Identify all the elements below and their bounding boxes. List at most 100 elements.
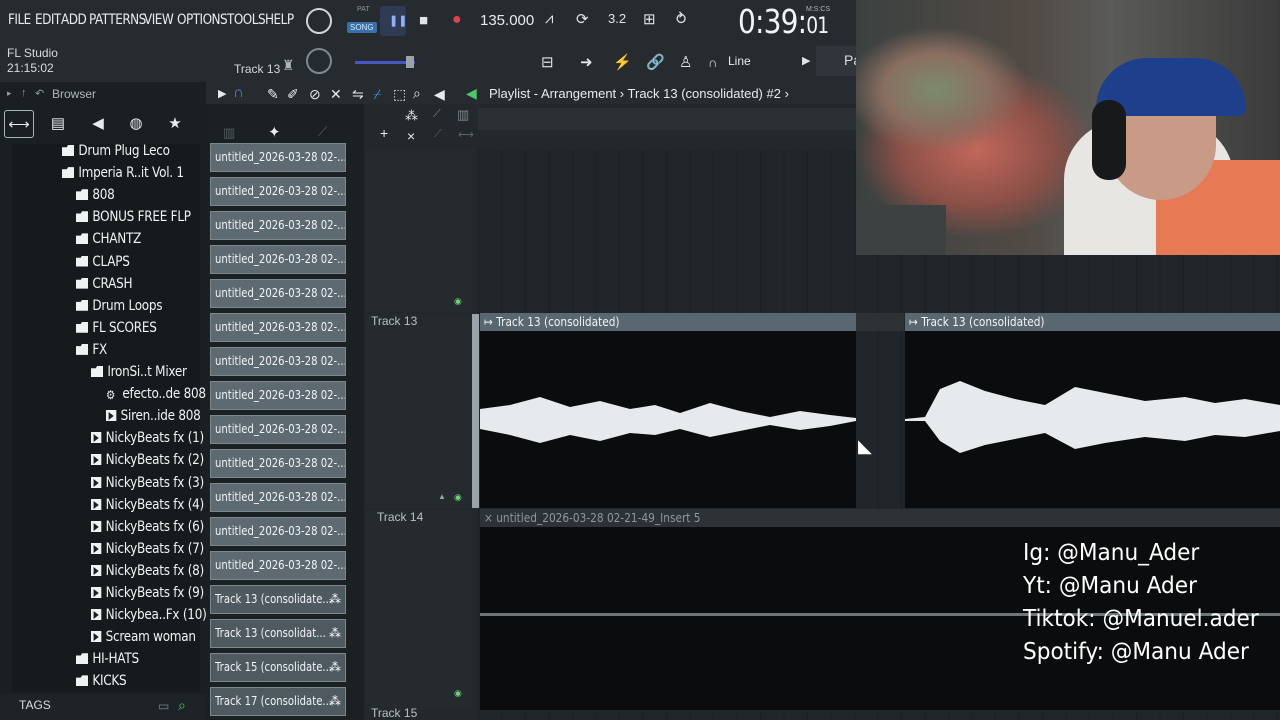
stamp-icon[interactable]: ♙ bbox=[679, 53, 692, 71]
add-track-icon[interactable]: + bbox=[380, 125, 388, 141]
picker-item[interactable]: untitled_2026-03-28 02-... bbox=[210, 211, 346, 240]
clip-track13-a-body[interactable] bbox=[480, 331, 856, 508]
curve-icon[interactable]: ⟋ bbox=[434, 128, 442, 141]
browser-item[interactable]: Nickybea..Fx (10) bbox=[91, 607, 207, 628]
zoom-icon[interactable]: ⌕ bbox=[413, 85, 421, 102]
browser-item[interactable]: HI-HATS bbox=[76, 651, 139, 672]
browser-item[interactable]: FX bbox=[76, 342, 107, 363]
picker-item[interactable]: untitled_2026-03-28 02-... bbox=[210, 177, 346, 206]
pat-label[interactable]: PAT bbox=[357, 6, 370, 13]
track-mute-icon[interactable]: ◉ bbox=[454, 296, 462, 307]
browser-item[interactable]: KICKS bbox=[76, 673, 127, 694]
track-14-mute-icon[interactable]: ◉ bbox=[454, 688, 462, 699]
waveform-icon[interactable]: ⁂ bbox=[405, 108, 418, 124]
back-icon[interactable]: ↶ bbox=[35, 87, 44, 100]
browser-item[interactable]: NickyBeats fx (9) bbox=[91, 585, 204, 606]
menu-patterns[interactable]: PATTERNS bbox=[89, 12, 146, 28]
play-icon[interactable]: ▶ bbox=[802, 54, 810, 67]
browser-item[interactable]: NickyBeats fx (6) bbox=[91, 519, 204, 540]
clip-track14-header[interactable]: × untitled_2026-03-28 02-21-49_Insert 5 bbox=[480, 509, 1280, 527]
clip-track13-b-body[interactable] bbox=[905, 331, 1280, 508]
tempo-display[interactable]: 135.000 bbox=[480, 12, 534, 29]
picker-item[interactable]: untitled_2026-03-28 02-... bbox=[210, 245, 346, 274]
browser-item[interactable]: CRASH bbox=[76, 276, 133, 297]
browser-tab-files[interactable]: ▤ bbox=[43, 110, 73, 138]
menu-view[interactable]: VIEW bbox=[144, 12, 174, 28]
playlist-menu-icon[interactable]: ▶ bbox=[218, 87, 226, 100]
search-icon[interactable]: ⌕ bbox=[178, 697, 186, 714]
automation-icon[interactable]: ⟋ bbox=[318, 124, 327, 140]
slip-icon[interactable]: ⇋ bbox=[352, 86, 364, 103]
track-header-empty[interactable] bbox=[366, 150, 472, 312]
magnet-icon[interactable]: ∩ bbox=[708, 55, 717, 70]
browser-item[interactable]: Drum Loops bbox=[76, 298, 163, 319]
song-mode-button[interactable]: SONG bbox=[347, 22, 377, 33]
link-small-icon[interactable]: ⟋ bbox=[433, 108, 441, 121]
menu-options[interactable]: OPTIONS bbox=[177, 12, 228, 28]
menu-tools[interactable]: TOOLS bbox=[227, 12, 266, 28]
record-icon[interactable]: ● bbox=[452, 11, 462, 29]
picker-item[interactable]: untitled_2026-03-28 02-... bbox=[210, 347, 346, 376]
browser-item[interactable]: Imperia R..it Vol. 1 bbox=[62, 165, 184, 186]
browser-item[interactable]: NickyBeats fx (7) bbox=[91, 541, 204, 562]
pencil-icon[interactable]: ✎ bbox=[267, 86, 279, 103]
browser-item[interactable]: NickyBeats fx (2) bbox=[91, 452, 204, 473]
browser-item[interactable]: 808 bbox=[76, 187, 115, 208]
stop-icon[interactable]: ■ bbox=[419, 12, 428, 29]
menu-help[interactable]: HELP bbox=[265, 12, 294, 28]
slice-icon[interactable]: ⌿ bbox=[373, 86, 381, 103]
pitch-knob[interactable] bbox=[306, 48, 332, 74]
clip-track13-a-header[interactable]: ↦ Track 13 (consolidated) bbox=[480, 313, 856, 331]
magnet-snap-icon[interactable]: ∩ bbox=[233, 84, 244, 101]
master-volume-knob[interactable] bbox=[306, 8, 332, 34]
arrow-right-icon[interactable]: ➜ bbox=[580, 53, 593, 71]
piano-roll-icon[interactable]: ⊟ bbox=[541, 53, 554, 71]
browser-tab-web[interactable]: ◍ bbox=[121, 110, 151, 138]
browser-item[interactable]: Drum Plug Leco bbox=[62, 143, 170, 164]
piano-icon[interactable]: ▥ bbox=[223, 125, 235, 141]
browser-tab-plugins[interactable]: ◀ bbox=[83, 110, 113, 138]
picker-item[interactable]: untitled_2026-03-28 02-... bbox=[210, 483, 346, 512]
countdown-icon[interactable]: 3.2 bbox=[608, 11, 626, 26]
picker-item[interactable]: Track 13 (consolidat... ⁂ bbox=[210, 619, 346, 648]
channel-icon[interactable]: ♜ bbox=[282, 57, 295, 74]
pause-button[interactable]: ❚❚ bbox=[380, 6, 407, 36]
picker-item[interactable]: Track 15 (consolidate... ⁂ bbox=[210, 653, 346, 682]
menu-file[interactable]: FILE bbox=[8, 12, 31, 28]
track-13-selector[interactable] bbox=[472, 314, 479, 508]
paint-icon[interactable]: ✐ bbox=[287, 86, 299, 103]
track-header-13[interactable] bbox=[366, 314, 472, 508]
picker-item[interactable]: untitled_2026-03-28 02-... bbox=[210, 313, 346, 342]
playlist-timeline[interactable] bbox=[478, 108, 856, 130]
picker-item[interactable]: Track 13 (consolidate... ⁂ bbox=[210, 585, 346, 614]
picker-item[interactable]: untitled_2026-03-28 02-... bbox=[210, 143, 346, 172]
track-header-14[interactable] bbox=[366, 510, 472, 710]
snap-selector[interactable]: Line bbox=[728, 54, 751, 68]
plugin-icon[interactable]: ⚡ bbox=[613, 53, 632, 71]
metronome-icon[interactable]: ⩘ bbox=[545, 10, 553, 27]
mute-icon[interactable]: ✕ bbox=[330, 86, 342, 103]
picker-item[interactable]: Track 17 (consolidate... ⁂ bbox=[210, 687, 346, 716]
picker-item[interactable]: untitled_2026-03-28 02-... bbox=[210, 449, 346, 478]
browser-item[interactable]: NickyBeats fx (4) bbox=[91, 497, 204, 518]
picker-item[interactable]: untitled_2026-03-28 02-... bbox=[210, 381, 346, 410]
picker-item[interactable]: untitled_2026-03-28 02-... bbox=[210, 551, 346, 580]
picker-item[interactable]: untitled_2026-03-28 02-... bbox=[210, 415, 346, 444]
slider-handle[interactable] bbox=[406, 56, 414, 68]
browser-item[interactable]: BONUS FREE FLP bbox=[76, 209, 191, 230]
browser-item[interactable]: Scream woman bbox=[91, 629, 196, 650]
menu-add[interactable]: ADD bbox=[61, 12, 87, 28]
browser-item[interactable]: NickyBeats fx (3) bbox=[91, 475, 204, 496]
remove-icon[interactable]: × bbox=[407, 128, 415, 144]
pattern-selector[interactable]: Pa bbox=[816, 46, 861, 76]
picker-item[interactable]: untitled_2026-03-28 02-... bbox=[210, 279, 346, 308]
browser-item[interactable]: ⚙ efecto..de 808 bbox=[106, 386, 206, 407]
browser-item[interactable]: Siren..ide 808 bbox=[106, 408, 201, 429]
resize-icon[interactable]: ⟷ bbox=[458, 128, 474, 141]
up-arrow-icon[interactable]: ↑ bbox=[21, 87, 27, 99]
delete-icon[interactable]: ⊘ bbox=[309, 86, 321, 103]
browser-tab-favorites[interactable]: ★ bbox=[160, 110, 190, 138]
playlist-play-icon[interactable]: ◀ bbox=[466, 85, 477, 102]
current-pattern[interactable]: Track 13 (consolidated) #2 bbox=[628, 86, 781, 101]
step-edit-icon[interactable]: ⊞ bbox=[643, 10, 656, 28]
